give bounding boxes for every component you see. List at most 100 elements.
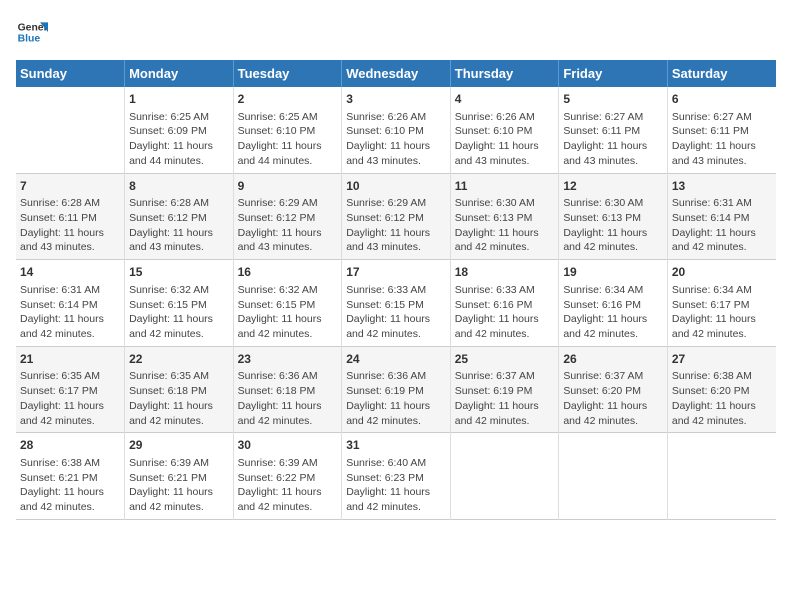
day-number: 11 — [455, 178, 555, 195]
cell-info: Sunrise: 6:33 AMSunset: 6:15 PMDaylight:… — [346, 283, 446, 342]
cell-info: Sunrise: 6:28 AMSunset: 6:11 PMDaylight:… — [20, 196, 120, 255]
cell-info: Sunrise: 6:34 AMSunset: 6:16 PMDaylight:… — [563, 283, 663, 342]
cell-info: Sunrise: 6:28 AMSunset: 6:12 PMDaylight:… — [129, 196, 229, 255]
calendar-cell: 3Sunrise: 6:26 AMSunset: 6:10 PMDaylight… — [342, 87, 451, 173]
calendar-cell: 2 Sunrise: 6:25 AMSunset: 6:10 PMDaylight… — [233, 87, 342, 173]
cell-info: Sunrise: 6:25 AMSunset: 6:10 PMDaylight:… — [238, 110, 338, 169]
calendar-cell: 24Sunrise: 6:36 AMSunset: 6:19 PMDayligh… — [342, 346, 451, 433]
calendar-cell: 4 Sunrise: 6:26 AMSunset: 6:10 PMDaylight… — [450, 87, 559, 173]
day-number: 31 — [346, 437, 446, 454]
calendar-cell: 7Sunrise: 6:28 AMSunset: 6:11 PMDaylight… — [16, 173, 125, 260]
day-number: 26 — [563, 351, 663, 368]
calendar-cell: 8Sunrise: 6:28 AMSunset: 6:12 PMDaylight… — [125, 173, 234, 260]
calendar-cell: 16 Sunrise: 6:32 AMSunset: 6:15 PMDayligh… — [233, 260, 342, 347]
calendar-cell: 21Sunrise: 6:35 AMSunset: 6:17 PMDayligh… — [16, 346, 125, 433]
cell-info: Sunrise: 6:30 AMSunset: 6:13 PMDaylight:… — [455, 196, 555, 255]
calendar-cell: 13Sunrise: 6:31 AMSunset: 6:14 PMDayligh… — [667, 173, 776, 260]
calendar-cell: 19 Sunrise: 6:34 AMSunset: 6:16 PMDayligh… — [559, 260, 668, 347]
calendar-cell: 12Sunrise: 6:30 AMSunset: 6:13 PMDayligh… — [559, 173, 668, 260]
day-number: 10 — [346, 178, 446, 195]
weekday-header-saturday: Saturday — [667, 60, 776, 87]
calendar-cell: 18 Sunrise: 6:33 AMSunset: 6:16 PMDayligh… — [450, 260, 559, 347]
cell-info: Sunrise: 6:35 AMSunset: 6:18 PMDaylight:… — [129, 369, 229, 428]
weekday-header-friday: Friday — [559, 60, 668, 87]
weekday-header-wednesday: Wednesday — [342, 60, 451, 87]
weekday-header-thursday: Thursday — [450, 60, 559, 87]
calendar-week-1: 1 Sunrise: 6:25 AMSunset: 6:09 PMDaylight… — [16, 87, 776, 173]
calendar-cell — [667, 433, 776, 520]
day-number: 21 — [20, 351, 120, 368]
calendar-header: SundayMondayTuesdayWednesdayThursdayFrid… — [16, 60, 776, 87]
cell-info: Sunrise: 6:35 AMSunset: 6:17 PMDaylight:… — [20, 369, 120, 428]
calendar-table: SundayMondayTuesdayWednesdayThursdayFrid… — [16, 60, 776, 520]
calendar-cell — [16, 87, 125, 173]
cell-info: Sunrise: 6:29 AMSunset: 6:12 PMDaylight:… — [238, 196, 338, 255]
day-number: 12 — [563, 178, 663, 195]
calendar-cell: 1 Sunrise: 6:25 AMSunset: 6:09 PMDaylight… — [125, 87, 234, 173]
cell-info: Sunrise: 6:29 AMSunset: 6:12 PMDaylight:… — [346, 196, 446, 255]
calendar-cell: 17 Sunrise: 6:33 AMSunset: 6:15 PMDayligh… — [342, 260, 451, 347]
calendar-week-3: 14 Sunrise: 6:31 AMSunset: 6:14 PMDayligh… — [16, 260, 776, 347]
calendar-cell — [450, 433, 559, 520]
calendar-cell: 27Sunrise: 6:38 AMSunset: 6:20 PMDayligh… — [667, 346, 776, 433]
cell-info: Sunrise: 6:38 AMSunset: 6:20 PMDaylight:… — [672, 369, 772, 428]
cell-info: Sunrise: 6:32 AMSunset: 6:15 PMDaylight:… — [238, 283, 338, 342]
day-number: 6 — [672, 91, 772, 108]
cell-info: Sunrise: 6:31 AMSunset: 6:14 PMDaylight:… — [672, 196, 772, 255]
calendar-cell: 22Sunrise: 6:35 AMSunset: 6:18 PMDayligh… — [125, 346, 234, 433]
weekday-header-sunday: Sunday — [16, 60, 125, 87]
calendar-cell: 29Sunrise: 6:39 AMSunset: 6:21 PMDayligh… — [125, 433, 234, 520]
calendar-cell: 5Sunrise: 6:27 AMSunset: 6:11 PMDaylight… — [559, 87, 668, 173]
day-number: 5 — [563, 91, 663, 108]
calendar-cell: 23Sunrise: 6:36 AMSunset: 6:18 PMDayligh… — [233, 346, 342, 433]
day-number: 30 — [238, 437, 338, 454]
day-number: 13 — [672, 178, 772, 195]
day-number: 28 — [20, 437, 120, 454]
day-number: 16 — [238, 264, 338, 281]
day-number: 20 — [672, 264, 772, 281]
weekday-header-monday: Monday — [125, 60, 234, 87]
logo-icon: General Blue — [16, 16, 48, 48]
day-number: 1 — [129, 91, 229, 108]
logo: General Blue — [16, 16, 48, 48]
day-number: 17 — [346, 264, 446, 281]
calendar-cell: 28 Sunrise: 6:38 AMSunset: 6:21 PMDayligh… — [16, 433, 125, 520]
day-number: 18 — [455, 264, 555, 281]
day-number: 25 — [455, 351, 555, 368]
cell-info: Sunrise: 6:31 AMSunset: 6:14 PMDaylight:… — [20, 283, 120, 342]
day-number: 2 — [238, 91, 338, 108]
cell-info: Sunrise: 6:26 AMSunset: 6:10 PMDaylight:… — [346, 110, 446, 169]
day-number: 23 — [238, 351, 338, 368]
cell-info: Sunrise: 6:37 AMSunset: 6:19 PMDaylight:… — [455, 369, 555, 428]
day-number: 4 — [455, 91, 555, 108]
day-number: 22 — [129, 351, 229, 368]
day-number: 27 — [672, 351, 772, 368]
day-number: 29 — [129, 437, 229, 454]
day-number: 19 — [563, 264, 663, 281]
cell-info: Sunrise: 6:33 AMSunset: 6:16 PMDaylight:… — [455, 283, 555, 342]
cell-info: Sunrise: 6:30 AMSunset: 6:13 PMDaylight:… — [563, 196, 663, 255]
cell-info: Sunrise: 6:32 AMSunset: 6:15 PMDaylight:… — [129, 283, 229, 342]
calendar-week-4: 21Sunrise: 6:35 AMSunset: 6:17 PMDayligh… — [16, 346, 776, 433]
day-number: 7 — [20, 178, 120, 195]
cell-info: Sunrise: 6:36 AMSunset: 6:18 PMDaylight:… — [238, 369, 338, 428]
calendar-cell: 9Sunrise: 6:29 AMSunset: 6:12 PMDaylight… — [233, 173, 342, 260]
day-number: 24 — [346, 351, 446, 368]
cell-info: Sunrise: 6:26 AMSunset: 6:10 PMDaylight:… — [455, 110, 555, 169]
day-number: 8 — [129, 178, 229, 195]
cell-info: Sunrise: 6:39 AMSunset: 6:22 PMDaylight:… — [238, 456, 338, 515]
cell-info: Sunrise: 6:37 AMSunset: 6:20 PMDaylight:… — [563, 369, 663, 428]
calendar-cell: 14 Sunrise: 6:31 AMSunset: 6:14 PMDayligh… — [16, 260, 125, 347]
cell-info: Sunrise: 6:38 AMSunset: 6:21 PMDaylight:… — [20, 456, 120, 515]
calendar-cell: 31Sunrise: 6:40 AMSunset: 6:23 PMDayligh… — [342, 433, 451, 520]
day-number: 9 — [238, 178, 338, 195]
day-number: 14 — [20, 264, 120, 281]
calendar-week-5: 28 Sunrise: 6:38 AMSunset: 6:21 PMDayligh… — [16, 433, 776, 520]
calendar-cell: 25Sunrise: 6:37 AMSunset: 6:19 PMDayligh… — [450, 346, 559, 433]
calendar-cell: 26Sunrise: 6:37 AMSunset: 6:20 PMDayligh… — [559, 346, 668, 433]
calendar-week-2: 7Sunrise: 6:28 AMSunset: 6:11 PMDaylight… — [16, 173, 776, 260]
page-header: General Blue — [16, 16, 776, 48]
calendar-cell: 15 Sunrise: 6:32 AMSunset: 6:15 PMDayligh… — [125, 260, 234, 347]
day-number: 15 — [129, 264, 229, 281]
cell-info: Sunrise: 6:25 AMSunset: 6:09 PMDaylight:… — [129, 110, 229, 169]
